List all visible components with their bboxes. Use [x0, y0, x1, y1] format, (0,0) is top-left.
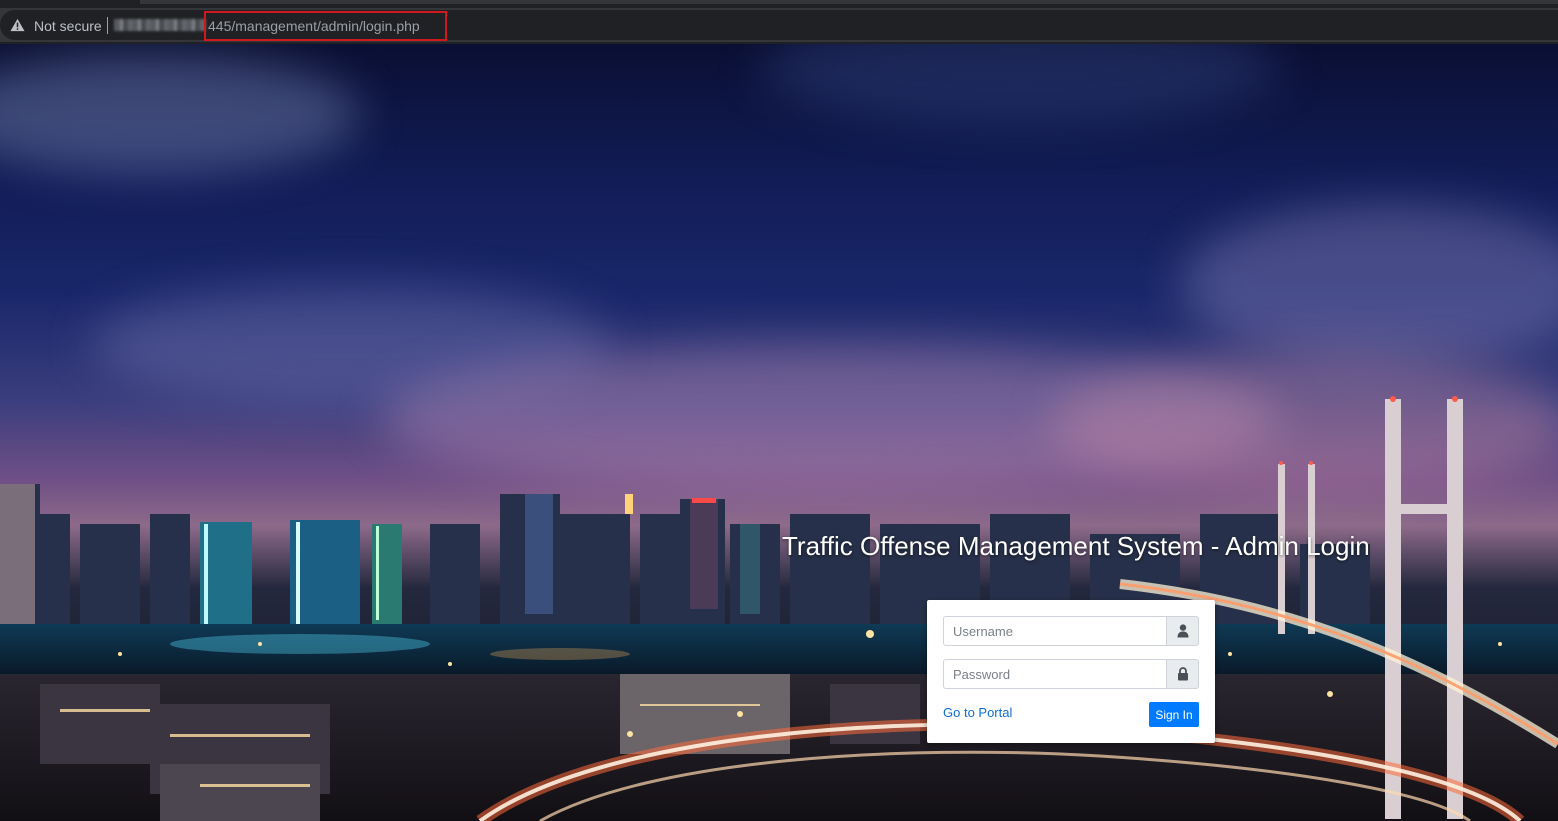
- user-icon: [1177, 624, 1189, 638]
- page-title: Traffic Offense Management System - Admi…: [782, 531, 1370, 561]
- go-to-portal-link[interactable]: Go to Portal: [943, 705, 1012, 720]
- username-input-group: [943, 616, 1199, 646]
- url-path-text[interactable]: 445/management/admin/login.php: [208, 18, 420, 34]
- city-skyline-image: [0, 396, 1558, 821]
- tab-strip: [0, 0, 1558, 8]
- redacted-host: [114, 19, 206, 31]
- login-page-background: Traffic Offense Management System - Admi…: [0, 44, 1558, 821]
- address-bar: Not secure 445/management/admin/login.ph…: [0, 8, 1558, 44]
- username-input[interactable]: [943, 616, 1167, 646]
- password-input[interactable]: [943, 659, 1167, 689]
- url-field[interactable]: Not secure 445/management/admin/login.ph…: [0, 10, 1558, 40]
- security-status-label[interactable]: Not secure: [34, 18, 102, 34]
- url-separator: [107, 17, 108, 34]
- password-input-group: [943, 659, 1199, 689]
- active-tab-edge: [140, 0, 1558, 4]
- sign-in-button[interactable]: Sign In: [1149, 702, 1199, 727]
- username-addon: [1166, 616, 1199, 646]
- lock-icon: [1178, 667, 1188, 681]
- warning-icon[interactable]: [10, 18, 25, 32]
- login-card: Go to Portal Sign In: [927, 600, 1215, 743]
- password-addon: [1166, 659, 1199, 689]
